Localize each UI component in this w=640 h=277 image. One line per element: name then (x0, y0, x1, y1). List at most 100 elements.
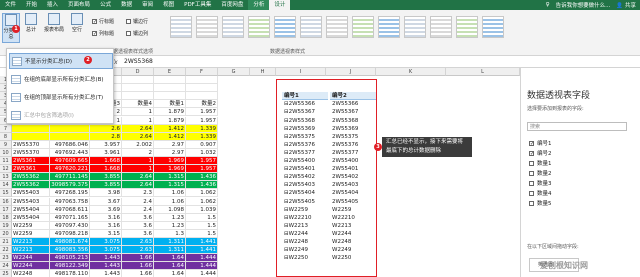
cell[interactable]: 1 (122, 108, 154, 117)
grandtotal-button[interactable]: 总计 (22, 13, 40, 43)
row-header[interactable]: 22 (0, 246, 12, 255)
pivot-row-label[interactable]: ⊟2W55401 (282, 165, 330, 173)
tab-baidu-netdisk[interactable]: 百度网盘 (216, 0, 248, 10)
pivot-row-label[interactable]: ⊟2W55403 (282, 181, 330, 189)
cell[interactable]: 1.315 (154, 173, 186, 182)
pivot-row-value[interactable]: 2W55401 (330, 165, 378, 173)
cell[interactable]: 2W55362 (12, 181, 50, 190)
cell[interactable] (50, 124, 90, 133)
cell[interactable] (50, 132, 90, 141)
row-header[interactable]: 11 (0, 157, 12, 166)
cell[interactable]: 3.16 (90, 221, 122, 230)
cell[interactable]: W2244 (12, 254, 50, 263)
cell[interactable]: 2W55403 (12, 189, 50, 198)
pivot-row-label[interactable]: ⊟W2259 (282, 206, 330, 214)
cell[interactable]: 0.907 (186, 140, 218, 149)
cell[interactable]: 1.66 (122, 262, 154, 271)
pivot-row-label[interactable]: ⊟2W55367 (282, 108, 330, 116)
pivot-row-value[interactable]: W22210 (330, 214, 378, 222)
cell[interactable]: 497098.218 (50, 229, 90, 238)
cell[interactable]: 497063.758 (50, 197, 90, 206)
cell[interactable]: 1.879 (154, 116, 186, 125)
cell[interactable]: 3.98 (90, 189, 122, 198)
row-header[interactable]: 7 (0, 124, 12, 133)
pivot-row-value[interactable]: 2W55376 (330, 141, 378, 149)
pivot-row-value[interactable]: 2W55369 (330, 125, 378, 133)
cell[interactable]: 1.879 (154, 108, 186, 117)
column-header[interactable]: J (326, 68, 376, 76)
cell[interactable]: 1.957 (186, 108, 218, 117)
pivot-row-value[interactable]: 2W55368 (330, 117, 378, 125)
row-header[interactable]: 12 (0, 165, 12, 174)
pivot-row-label[interactable]: ⊟2W55375 (282, 133, 330, 141)
column-header[interactable]: E (154, 68, 186, 76)
pivot-row-value[interactable]: 2W55366 (330, 100, 378, 108)
cell[interactable] (186, 76, 218, 85)
cell[interactable]: 2.64 (122, 132, 154, 141)
cell[interactable]: 2.002 (122, 140, 154, 149)
field-checkbox[interactable]: ✓ 编号1 (529, 139, 552, 147)
cell[interactable]: 1.957 (186, 157, 218, 166)
pivot-row-label[interactable]: ⊟W22210 (282, 214, 330, 222)
cell[interactable]: 1.062 (186, 197, 218, 206)
tab-insert[interactable]: 插入 (42, 0, 63, 10)
cell[interactable]: 2.8 (90, 132, 122, 141)
cell[interactable]: 3.16 (90, 213, 122, 222)
menu-item-include-filtered[interactable]: 汇总中包含筛选项(I) (9, 107, 113, 123)
cell[interactable]: 497071.165 (50, 213, 90, 222)
pivot-row-value[interactable]: W2248 (330, 238, 378, 246)
cell[interactable]: 3.075 (90, 246, 122, 255)
cell[interactable]: 3.961 (90, 148, 122, 157)
cell[interactable]: 1.444 (186, 270, 218, 277)
pivot-row-value[interactable]: 2W55404 (330, 189, 378, 197)
cell[interactable]: 497711.145 (50, 173, 90, 182)
cell[interactable]: 1.311 (154, 238, 186, 247)
pivot-row-label[interactable]: ⊟W2213 (282, 222, 330, 230)
formula-input[interactable]: 2WS5368 (124, 58, 153, 65)
field-checkbox[interactable]: ✓ 编号2 (529, 149, 552, 157)
cell[interactable]: 2.64 (122, 124, 154, 133)
tab-page-layout[interactable]: 页面布局 (63, 0, 95, 10)
cell[interactable]: 2.64 (122, 173, 154, 182)
column-header[interactable]: I (276, 68, 326, 76)
cell[interactable]: 1.66 (122, 254, 154, 263)
cell[interactable]: 3.957 (90, 140, 122, 149)
pivot-row-value[interactable]: 2W55367 (330, 108, 378, 116)
pivot-row-value[interactable]: 2W55403 (330, 181, 378, 189)
cell[interactable] (122, 76, 154, 85)
row-header[interactable]: 14 (0, 181, 12, 190)
cell[interactable]: W2213 (12, 246, 50, 255)
tab-data[interactable]: 数据 (116, 0, 137, 10)
cell[interactable]: 1.64 (154, 254, 186, 263)
row-header[interactable]: 9 (0, 140, 12, 149)
pivot-row-value[interactable]: W2259 (330, 206, 378, 214)
banded-cols-checkbox[interactable]: 镶边列 (126, 30, 148, 37)
cell[interactable]: 497609.665 (50, 157, 90, 166)
cell[interactable]: 498122.349 (50, 262, 90, 271)
cell[interactable]: 1.436 (186, 181, 218, 190)
column-header[interactable]: K (376, 68, 446, 76)
cell[interactable]: 1.66 (122, 270, 154, 277)
cell[interactable]: 1.311 (154, 246, 186, 255)
cell[interactable] (12, 124, 50, 133)
cell[interactable]: 2.3 (122, 189, 154, 198)
cell[interactable]: 1.339 (186, 132, 218, 141)
cell[interactable]: 1.23 (154, 221, 186, 230)
cell[interactable]: W2259 (12, 221, 50, 230)
share-button[interactable]: 👤 共享 (616, 1, 636, 9)
cell[interactable]: 498081.674 (50, 238, 90, 247)
cell[interactable]: 1.668 (90, 157, 122, 166)
pivot-row-value[interactable]: 2W55375 (330, 133, 378, 141)
cell[interactable]: 3.075 (90, 238, 122, 247)
style-swatch[interactable] (274, 16, 296, 38)
cell[interactable]: W2213 (12, 238, 50, 247)
pivot-row-label[interactable]: ⊟2W55404 (282, 189, 330, 197)
pivot-row-label[interactable]: ⊟2W55405 (282, 198, 330, 206)
cell[interactable]: 1.64 (154, 262, 186, 271)
tab-design[interactable]: 设计 (269, 0, 291, 10)
cell[interactable]: 1.032 (186, 148, 218, 157)
cell[interactable]: 1.06 (154, 189, 186, 198)
cell[interactable]: 1.443 (90, 270, 122, 277)
pivot-row-label[interactable]: ⊟2W55377 (282, 149, 330, 157)
cell[interactable]: 497620.221 (50, 165, 90, 174)
